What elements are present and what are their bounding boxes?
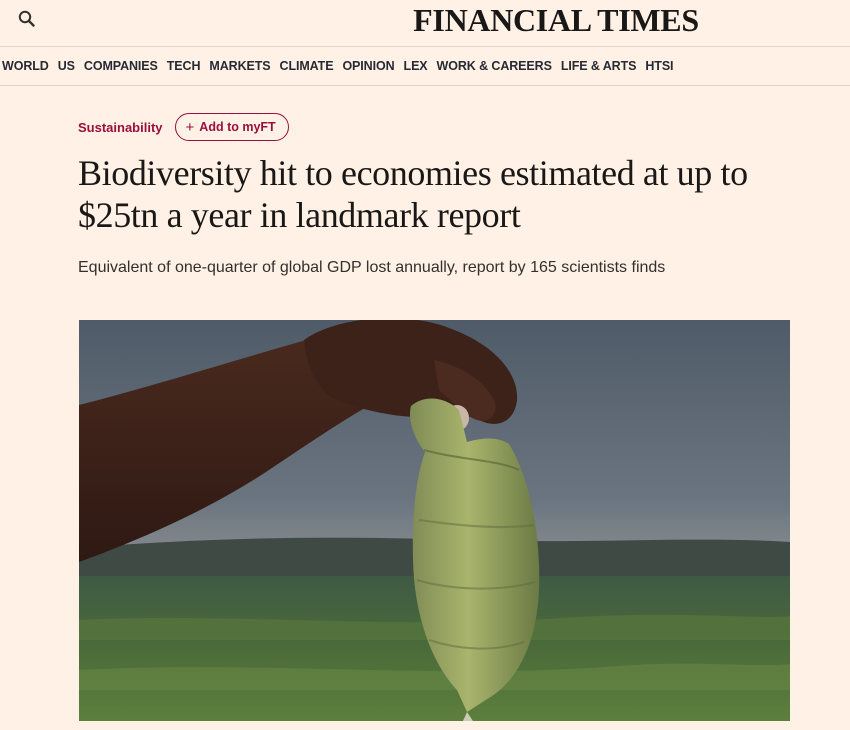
masthead-logo[interactable]: FINANCIAL TIMES [0,2,850,38]
nav-item-us[interactable]: US [58,59,75,73]
main-nav: WORLD US COMPANIES TECH MARKETS CLIMATE … [0,47,850,86]
topic-row: Sustainability + Add to myFT [78,112,289,142]
nav-item-lex[interactable]: LEX [404,59,428,73]
hero-image [79,320,790,721]
nav-item-tech[interactable]: TECH [167,59,201,73]
add-to-myft-label: Add to myFT [199,120,276,134]
nav-item-life-arts[interactable]: LIFE & ARTS [561,59,637,73]
nav-item-opinion[interactable]: OPINION [342,59,394,73]
plus-icon: + [185,118,195,136]
nav-item-htsi[interactable]: HTSI [645,59,673,73]
nav-item-markets[interactable]: MARKETS [209,59,270,73]
top-bar: FINANCIAL TIMES [0,0,850,47]
nav-item-climate[interactable]: CLIMATE [280,59,334,73]
topic-link[interactable]: Sustainability [78,120,163,135]
add-to-myft-button[interactable]: + Add to myFT [174,113,289,141]
image-caption-peek [79,726,790,730]
nav-item-world[interactable]: WORLD [2,59,49,73]
nav-item-companies[interactable]: COMPANIES [84,59,158,73]
nav-item-work-careers[interactable]: WORK & CAREERS [437,59,552,73]
article-headline: Biodiversity hit to economies estimated … [78,153,748,235]
article-standfirst: Equivalent of one-quarter of global GDP … [78,259,666,276]
